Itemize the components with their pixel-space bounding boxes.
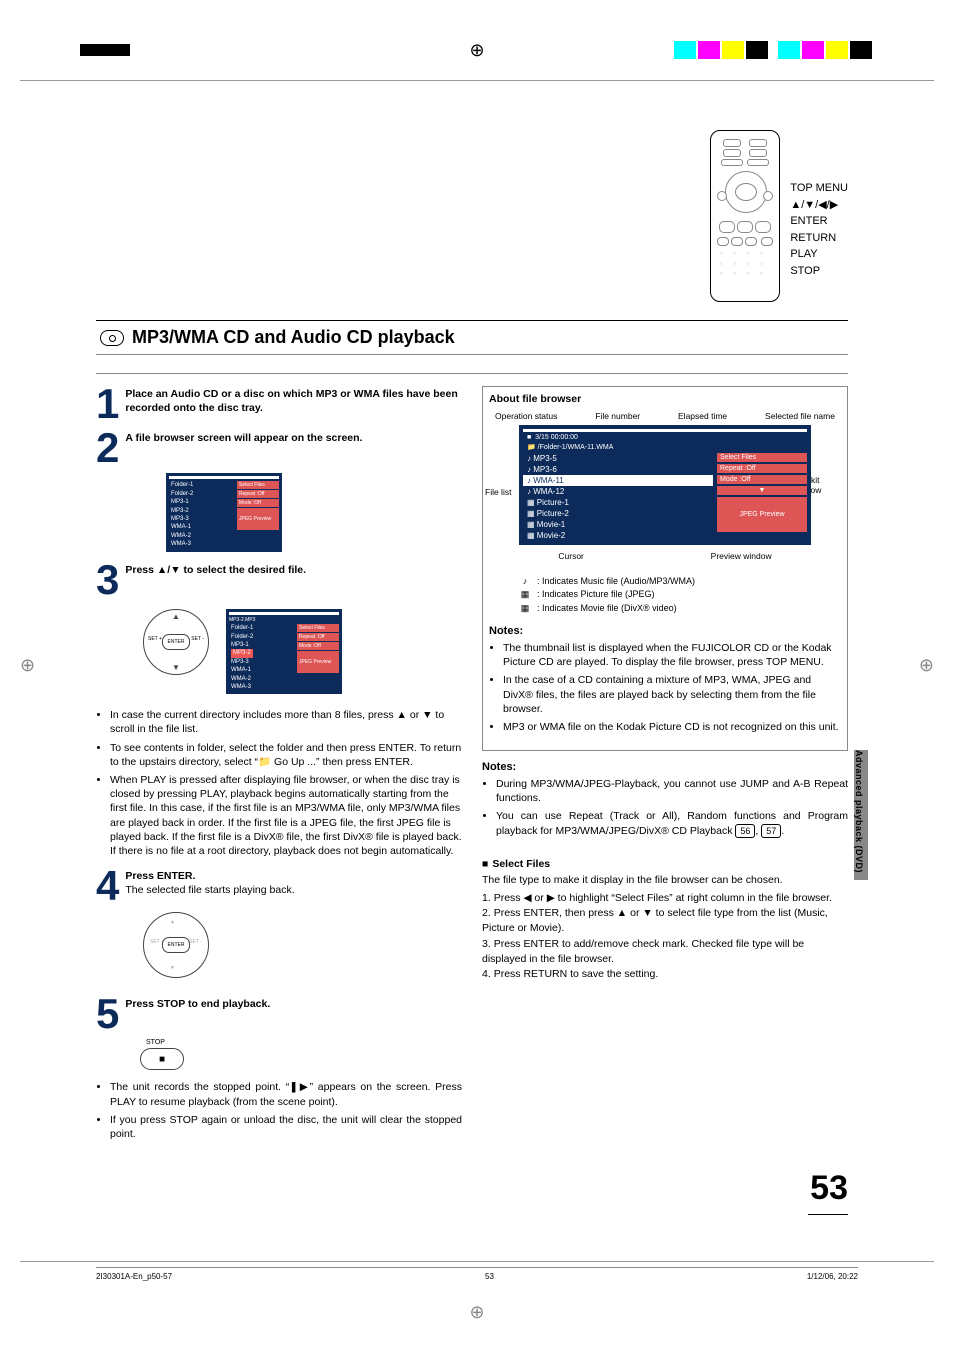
- browser-notes: The thumbnail list is displayed when the…: [489, 641, 841, 734]
- step-2: 2 A file browser screen will appear on t…: [96, 430, 462, 466]
- big-file-browser: ■ 3/15 00:00:00 📁 /Folder-1/WMA-11.WMA ♪…: [519, 425, 811, 545]
- registration-mark-bottom: ⊕: [469, 1302, 484, 1323]
- label-top-menu: TOP MENU: [790, 180, 848, 197]
- footer-rule: [20, 1261, 934, 1262]
- footer-left: 2I30301A-En_p50-57: [96, 1272, 172, 1281]
- stop-button-illustration: [140, 1048, 184, 1070]
- step-3-notes: In case the current directory includes m…: [96, 708, 462, 858]
- step-1-text: Place an Audio CD or a disc on which MP3…: [125, 386, 462, 422]
- navpad-illustration-2: ▲ ▼ SET + SET - ENTER: [136, 912, 216, 982]
- select-files-steps: 1. Press ◀ or ▶ to highlight “Select Fil…: [482, 891, 848, 982]
- note: The thumbnail list is displayed when the…: [503, 641, 841, 669]
- mini-browser-1: Folder-1 Folder-2 MP3-1 MP3-2 MP3-3 WMA-…: [166, 473, 282, 551]
- step-5-notes: The unit records the stopped point. “❚▶”…: [96, 1080, 462, 1141]
- general-notes: During MP3/WMA/JPEG-Playback, you cannot…: [482, 777, 848, 838]
- crop-marks: ⊕: [0, 30, 954, 70]
- section-title: MP3/WMA CD and Audio CD playback: [132, 327, 455, 348]
- step-3-text: Press ▲/▼ to select the desired file.: [125, 562, 306, 598]
- label-arrows: ▲/▼/◀/▶: [790, 197, 848, 214]
- step-3-num: 3: [96, 562, 119, 598]
- toolkit-window: Select Files Repeat :Off Mode :Off ▼ JPE…: [717, 453, 807, 541]
- registration-mark: ⊕: [469, 40, 484, 61]
- page-number-rule: [808, 1214, 848, 1215]
- anno-preview-window: Preview window: [711, 551, 772, 561]
- file-list: ♪ MP3-5 ♪ MP3-6 ♪ WMA-11 ♪ WMA-12 ▦ Pict…: [523, 453, 713, 541]
- target-right: ⊕: [919, 655, 934, 676]
- footer: 2I30301A-En_p50-57 53 1/12/06, 20:22: [96, 1267, 858, 1281]
- note: In the case of a CD containing a mixture…: [503, 673, 841, 716]
- note: If you press STOP again or unload the di…: [110, 1113, 462, 1141]
- note: To see contents in folder, select the fo…: [110, 741, 462, 769]
- step-4-num: 4: [96, 868, 119, 904]
- note: MP3 or WMA file on the Kodak Picture CD …: [503, 720, 841, 734]
- step-5: 5 Press STOP to end playback.: [96, 996, 462, 1032]
- cd-icon: [100, 330, 124, 346]
- legend-picture: ▦: Indicates Picture file (JPEG): [519, 589, 841, 600]
- step-5-num: 5: [96, 996, 119, 1032]
- anno-file-list: File list: [485, 487, 511, 497]
- remote-button-labels: TOP MENU ▲/▼/◀/▶ ENTER RETURN PLAY STOP: [790, 130, 848, 302]
- select-files-intro: The file type to make it display in the …: [482, 873, 848, 887]
- label-stop: STOP: [790, 263, 848, 280]
- anno-selected-file: Selected file name: [765, 411, 835, 421]
- left-column: 1 Place an Audio CD or a disc on which M…: [96, 386, 462, 1151]
- section-title-bar: MP3/WMA CD and Audio CD playback: [96, 320, 848, 355]
- anno-file-number: File number: [595, 411, 640, 421]
- header-rule: [20, 80, 934, 81]
- preview-window: JPEG Preview: [717, 497, 807, 532]
- browser-title: About file browser: [489, 393, 841, 405]
- step-2-text: A file browser screen will appear on the…: [125, 430, 362, 466]
- navpad-illustration: ▲ ▼ SET + SET - ENTER: [136, 609, 216, 679]
- target-left: ⊕: [20, 655, 35, 676]
- right-column: About file browser Operation status File…: [482, 386, 848, 1151]
- label-return: RETURN: [790, 230, 848, 247]
- step-1: 1 Place an Audio CD or a disc on which M…: [96, 386, 462, 422]
- color-bars: [674, 41, 874, 59]
- step-4-sub: The selected file starts playing back.: [125, 884, 294, 896]
- step-2-num: 2: [96, 430, 119, 466]
- notes-head-1: Notes:: [489, 625, 841, 637]
- stop-label: STOP: [146, 1039, 462, 1046]
- step-1-num: 1: [96, 386, 119, 422]
- step-3: 3 Press ▲/▼ to select the desired file.: [96, 562, 462, 598]
- label-enter: ENTER: [790, 213, 848, 230]
- page-ref: 56: [735, 824, 755, 838]
- page-number: 53: [96, 1169, 848, 1208]
- remote-diagram: ○ ○ ○ ○ ○ ○ ○ ○ ○ ○ ○ ○ TOP MENU ▲/▼/◀/▶…: [96, 130, 848, 302]
- side-tab-label: Advanced playback (DVD): [854, 750, 864, 873]
- note: In case the current directory includes m…: [110, 708, 462, 736]
- note: When PLAY is pressed after displaying fi…: [110, 773, 462, 858]
- remote-outline: ○ ○ ○ ○ ○ ○ ○ ○ ○ ○ ○ ○: [710, 130, 780, 302]
- note: The unit records the stopped point. “❚▶”…: [110, 1080, 462, 1108]
- legend-music: ♪: Indicates Music file (Audio/MP3/WMA): [519, 576, 841, 586]
- step-4-title: Press ENTER.: [125, 868, 294, 884]
- notes-head-2: Notes:: [482, 761, 848, 773]
- step-5-text: Press STOP to end playback.: [125, 996, 270, 1032]
- label-play: PLAY: [790, 246, 848, 263]
- legend-movie: ▦: Indicates Movie file (DivX® video): [519, 603, 841, 614]
- note: You can use Repeat (Track or All), Rando…: [496, 809, 848, 837]
- note: During MP3/WMA/JPEG-Playback, you cannot…: [496, 777, 848, 805]
- footer-center: 53: [485, 1272, 494, 1281]
- anno-operation-status: Operation status: [495, 411, 557, 421]
- browser-diagram-box: About file browser Operation status File…: [482, 386, 848, 751]
- mark-left: [80, 44, 130, 56]
- select-files-head: Select Files: [482, 858, 848, 870]
- step-4: 4 Press ENTER. The selected file starts …: [96, 868, 462, 904]
- anno-elapsed-time: Elapsed time: [678, 411, 727, 421]
- mini-browser-2: MP3-2.MP3 Folder-1 Folder-2 MP3-1 MP3-2 …: [226, 609, 342, 694]
- anno-cursor: Cursor: [558, 551, 584, 561]
- footer-right: 1/12/06, 20:22: [807, 1272, 858, 1281]
- page-ref: 57: [761, 824, 781, 838]
